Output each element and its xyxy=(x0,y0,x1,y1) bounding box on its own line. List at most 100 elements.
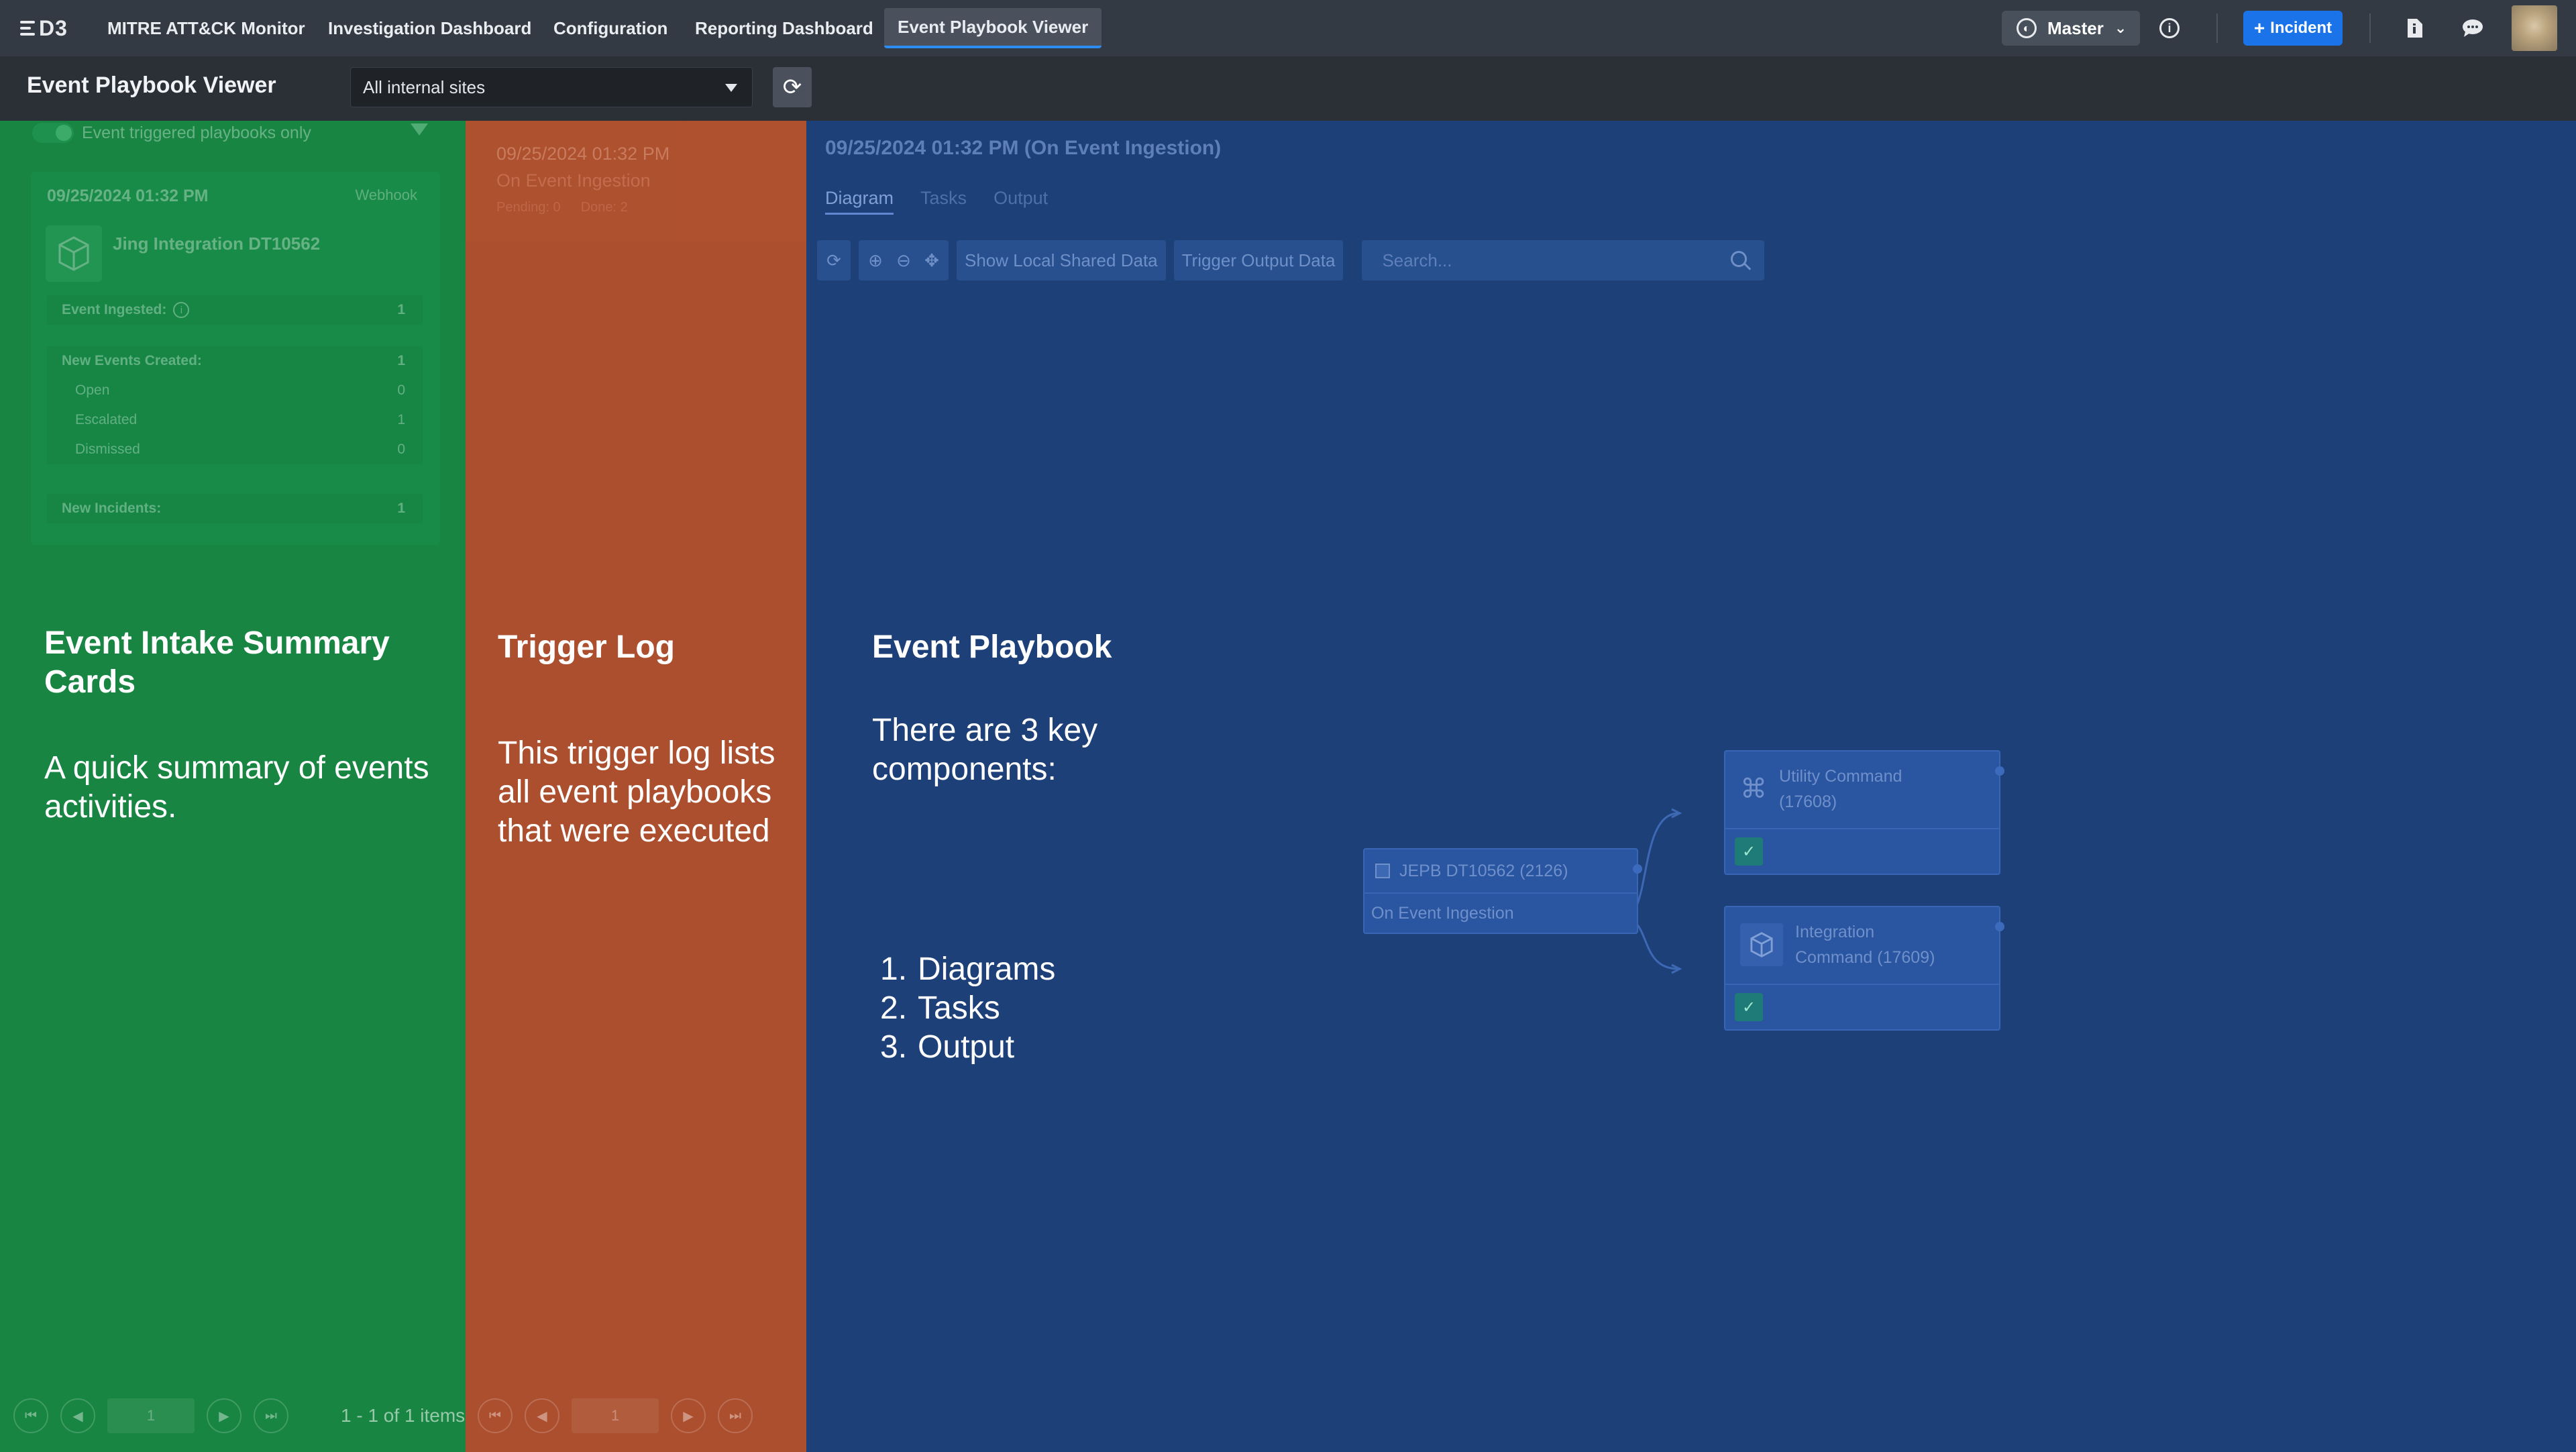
info-icon[interactable]: i xyxy=(173,302,190,318)
new-events-value: 1 xyxy=(397,353,405,368)
trigger-log-annotation-body: This trigger log lists all event playboo… xyxy=(498,735,775,849)
utility-node-status: ✓ xyxy=(1725,828,1999,874)
integration-command-node[interactable]: Integration Command (17609) ✓ xyxy=(1724,906,2004,1031)
globe-icon: ◐ xyxy=(2017,18,2037,38)
open-label: Open xyxy=(75,382,110,398)
dismissed-value: 0 xyxy=(397,442,405,457)
prev-page-icon[interactable]: ◀ xyxy=(60,1398,95,1433)
new-events-label: New Events Created: xyxy=(62,353,202,368)
cube-icon xyxy=(46,225,102,282)
chat-icon[interactable] xyxy=(2461,16,2485,40)
dismissed-label: Dismissed xyxy=(75,442,140,457)
document-icon[interactable] xyxy=(2403,16,2427,40)
log-pending-count: Pending: 0 xyxy=(496,200,561,215)
integration-node-title: Integration Command (17609) xyxy=(1795,919,1935,970)
utility-node-title: Utility Command (17608) xyxy=(1779,764,1902,815)
root-node-title: JEPB DT10562 (2126) xyxy=(1399,861,1568,880)
playbook-annotation-body: There are 3 key components: xyxy=(872,713,1098,787)
integration-node-line2: Command (17609) xyxy=(1795,948,1935,967)
integration-node-line1: Integration xyxy=(1795,923,1875,941)
nav-tab-mitre[interactable]: MITRE ATT&CK Monitor xyxy=(107,0,305,56)
escalated-value: 1 xyxy=(397,412,405,427)
top-nav: D3 MITRE ATT&CK Monitor Investigation Da… xyxy=(0,0,2576,56)
output-port[interactable] xyxy=(1995,766,2004,776)
next-page-icon[interactable]: ▶ xyxy=(671,1398,706,1433)
log-done-count: Done: 2 xyxy=(580,200,628,215)
log-item-status: Pending: 0 Done: 2 xyxy=(496,200,628,215)
event-triggered-toggle-label: Event triggered playbooks only xyxy=(82,123,311,142)
trigger-log-item[interactable]: 09/25/2024 01:32 PM On Event Ingestion P… xyxy=(466,121,806,242)
output-port[interactable] xyxy=(1995,922,2004,931)
d3-logo[interactable]: D3 xyxy=(20,15,68,42)
playbook-root-node[interactable]: JEPB DT10562 (2126) On Event Ingestion xyxy=(1363,848,1642,934)
refresh-button[interactable]: ⟳ xyxy=(773,67,812,107)
user-avatar[interactable] xyxy=(2512,5,2557,51)
chevron-down-icon: ⌄ xyxy=(2114,19,2127,36)
first-page-icon[interactable]: ⏮ xyxy=(13,1398,48,1433)
annotation-item-diagrams: Diagrams xyxy=(918,951,1056,987)
site-switch-label: Master xyxy=(2047,17,2104,38)
event-triggered-toggle[interactable] xyxy=(32,123,74,143)
intake-annotation-body: A quick summary of events activities. xyxy=(44,750,429,825)
intake-pager: ⏮ ◀ 1 ▶ ⏭ 1 - 1 of 1 items xyxy=(13,1396,465,1436)
playbook-annotation-list: 1. Diagrams 2. Tasks 3. Output xyxy=(880,950,1055,1067)
page-number-input[interactable]: 1 xyxy=(572,1398,659,1433)
event-intake-panel: Event triggered playbooks only 09/25/202… xyxy=(0,121,466,1452)
check-icon: ✓ xyxy=(1735,993,1763,1021)
nav-tab-event-playbook-viewer[interactable]: Event Playbook Viewer xyxy=(884,8,1102,48)
last-page-icon[interactable]: ⏭ xyxy=(718,1398,753,1433)
nav-tab-investigation[interactable]: Investigation Dashboard xyxy=(328,0,531,56)
site-switch-button[interactable]: ◐ Master ⌄ xyxy=(2002,11,2140,46)
new-events-stat: New Events Created: 1 Open 0 Escalated 1… xyxy=(47,346,423,464)
event-ingested-label: Event Ingested: xyxy=(62,302,167,317)
event-playbook-panel: 09/25/2024 01:32 PM (On Event Ingestion)… xyxy=(806,121,2576,1452)
annotation-list-item: 2. Tasks xyxy=(880,989,1055,1028)
nav-tab-configuration[interactable]: Configuration xyxy=(553,0,667,56)
next-page-icon[interactable]: ▶ xyxy=(207,1398,241,1433)
new-incidents-label: New Incidents: xyxy=(62,501,162,516)
site-select-value: All internal sites xyxy=(363,76,486,97)
annotation-list-item: 3. Output xyxy=(880,1028,1055,1067)
new-incident-label: Incident xyxy=(2270,19,2332,37)
event-ingested-stat: Event Ingested: i 1 xyxy=(47,295,423,325)
prev-page-icon[interactable]: ◀ xyxy=(525,1398,559,1433)
plus-icon: + xyxy=(2253,17,2265,38)
event-triggered-toggle-row: Event triggered playbooks only xyxy=(32,121,435,145)
trigger-log-annotation-title: Trigger Log xyxy=(498,629,675,665)
filter-icon[interactable] xyxy=(411,123,428,136)
annotation-list-item: 1. Diagrams xyxy=(880,950,1055,989)
first-page-icon[interactable]: ⏮ xyxy=(478,1398,513,1433)
check-icon: ✓ xyxy=(1735,837,1763,866)
utility-command-node[interactable]: ⌘ Utility Command (17608) ✓ xyxy=(1724,750,2004,875)
trigger-log-pager: ⏮ ◀ 1 ▶ ⏭ xyxy=(478,1396,753,1436)
nav-tab-reporting[interactable]: Reporting Dashboard xyxy=(695,0,873,56)
nav-divider xyxy=(2216,13,2218,43)
card-source-tag: Webhook xyxy=(355,187,417,203)
root-node-header: JEPB DT10562 (2126) xyxy=(1364,849,1637,892)
event-ingested-value: 1 xyxy=(397,302,405,317)
new-incidents-value: 1 xyxy=(397,501,405,516)
playbook-annotation-title: Event Playbook xyxy=(872,629,1112,665)
caret-down-icon xyxy=(725,84,737,92)
pager-item-count: 1 - 1 of 1 items xyxy=(341,1405,466,1426)
annotation-item-output: Output xyxy=(918,1029,1015,1065)
utility-node-line1: Utility Command xyxy=(1779,767,1902,786)
output-port[interactable] xyxy=(1633,864,1642,874)
trigger-log-panel: 09/25/2024 01:32 PM On Event Ingestion P… xyxy=(466,121,806,1452)
new-incident-button[interactable]: + Incident xyxy=(2243,11,2343,46)
card-integration-name: Jing Integration DT10562 xyxy=(113,234,321,254)
event-intake-card[interactable]: 09/25/2024 01:32 PM Webhook Jing Integra… xyxy=(31,172,440,545)
page-number-input[interactable]: 1 xyxy=(107,1398,195,1433)
root-node-trigger: On Event Ingestion xyxy=(1364,892,1637,933)
site-select-dropdown[interactable]: All internal sites xyxy=(350,67,753,107)
command-icon: ⌘ xyxy=(1740,774,1767,804)
new-incidents-stat: New Incidents: 1 xyxy=(47,494,423,523)
last-page-icon[interactable]: ⏭ xyxy=(254,1398,288,1433)
playbook-icon xyxy=(1375,864,1390,878)
page-header: Event Playbook Viewer All internal sites… xyxy=(0,56,2576,121)
log-item-date: 09/25/2024 01:32 PM xyxy=(496,144,670,164)
info-icon[interactable]: i xyxy=(2157,16,2182,40)
intake-annotation-title: Event Intake Summary Cards xyxy=(44,625,390,700)
page-title: Event Playbook Viewer xyxy=(27,72,276,98)
refresh-icon: ⟳ xyxy=(782,74,802,100)
